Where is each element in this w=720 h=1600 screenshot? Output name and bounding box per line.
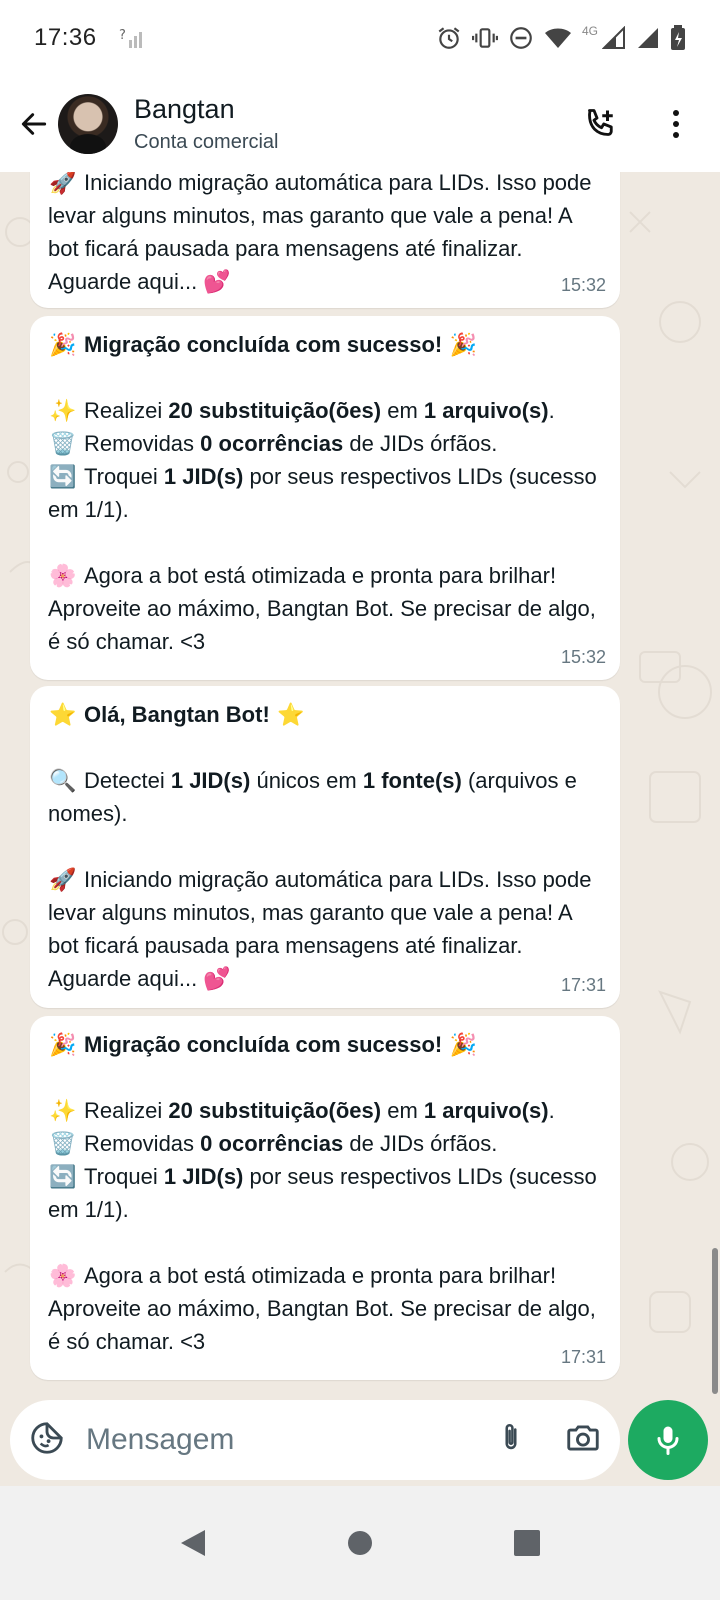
arrow-left-icon (21, 113, 47, 135)
message-bubble[interactable]: 🚀 Iniciando migração automática para LIDs… (30, 172, 620, 308)
message-time: 15:32 (560, 647, 606, 667)
chat-header: Bangtan Conta comercial (0, 76, 720, 172)
mic-icon (657, 1426, 679, 1455)
message-line: 🔍 Detectei 1 JID(s) únicos em 1 fonte(s) … (48, 764, 602, 830)
nav-back-icon (181, 1530, 206, 1556)
dnd-icon (508, 25, 534, 51)
refresh-emoji: 🔄 (49, 1164, 77, 1189)
camera-icon (567, 1424, 599, 1451)
voice-message-button[interactable] (628, 1400, 708, 1480)
status-icons: 4G (436, 24, 686, 51)
alarm-icon (436, 25, 462, 51)
status-time: 17:36 (34, 24, 97, 51)
chat-area[interactable]: 🚀 Iniciando migração automática para LIDs… (0, 172, 720, 1394)
blossom-emoji: 🌸 (49, 563, 77, 588)
message-bubble[interactable]: 🎉 Migração concluída com sucesso! 🎉 ✨ Real… (30, 316, 620, 680)
message-input-box (10, 1400, 620, 1480)
trash-emoji: 🗑️ (49, 431, 77, 456)
signal-icon-2 (636, 26, 660, 50)
composer (0, 1394, 720, 1486)
scrollbar[interactable] (712, 1248, 718, 1394)
add-call-button[interactable] (576, 100, 624, 148)
emoji-button[interactable] (28, 1419, 66, 1462)
signal-icon (602, 26, 626, 50)
message-line: 🔄 Troquei 1 JID(s) por seus respectivos L… (48, 1160, 602, 1226)
vibrate-icon (471, 25, 498, 51)
star-emoji: ⭐ (49, 702, 77, 727)
message-line: 🚀 Iniciando migração automática para LIDs… (48, 863, 602, 995)
add-call-icon (588, 109, 613, 136)
message-time: 15:32 (560, 275, 606, 295)
rocket-emoji: 🚀 (49, 172, 77, 195)
system-nav-bar (0, 1486, 720, 1600)
contact-subtitle: Conta comercial (134, 131, 279, 153)
party-popper-emoji: 🎉 (449, 1032, 478, 1057)
message-line: 🌸 Agora a bot está otimizada e pronta par… (48, 1259, 602, 1358)
party-popper-emoji: 🎉 (49, 332, 77, 357)
paperclip-icon (505, 1423, 517, 1449)
message-line: ✨ Realizei 20 substituição(ões) em 1 arqu… (48, 1094, 602, 1127)
star-emoji: ⭐ (277, 702, 305, 727)
attach-button[interactable] (494, 1419, 528, 1462)
more-options-button[interactable] (652, 100, 700, 148)
message-bubble[interactable]: ⭐ Olá, Bangtan Bot! ⭐ 🔍 Detectei 1 JID(s) … (30, 686, 620, 1008)
message-line: 🗑️ Removidas 0 ocorrências de JIDs órfãos… (48, 1127, 602, 1160)
network-type: 4G (581, 24, 598, 38)
nav-recents-button[interactable] (497, 1513, 557, 1573)
refresh-emoji: 🔄 (49, 464, 77, 489)
battery-icon (670, 25, 686, 51)
message-line: 🗑️ Removidas 0 ocorrências de JIDs órfãos… (48, 427, 602, 460)
no-signal-icon: ? (119, 26, 143, 50)
sparkles-emoji: ✨ (49, 398, 77, 423)
message-title: 🎉 Migração concluída com sucesso! 🎉 (48, 328, 602, 361)
contact-info[interactable]: Bangtan Conta comercial (134, 93, 279, 155)
trash-emoji: 🗑️ (49, 1131, 77, 1156)
message-line: 🔄 Troquei 1 JID(s) por seus respectivos L… (48, 460, 602, 526)
back-button[interactable] (6, 96, 62, 152)
wifi-icon (544, 26, 572, 50)
status-bar: 17:36 ? 4G (0, 0, 720, 76)
camera-button[interactable] (564, 1419, 602, 1462)
avatar[interactable] (58, 94, 118, 154)
message-input[interactable] (86, 1423, 446, 1457)
message-time: 17:31 (560, 1347, 606, 1367)
rocket-emoji: 🚀 (49, 867, 77, 892)
nav-home-icon (347, 1531, 372, 1555)
magnifier-emoji: 🔍 (49, 768, 77, 793)
message-title: 🎉 Migração concluída com sucesso! 🎉 (48, 1028, 602, 1061)
nav-home-button[interactable] (330, 1513, 390, 1573)
blossom-emoji: 🌸 (49, 1263, 77, 1288)
message-line: 🌸 Agora a bot está otimizada e pronta par… (48, 559, 602, 658)
nav-back-button[interactable] (163, 1513, 223, 1573)
nav-recents-icon (513, 1530, 540, 1556)
svg-text:?: ? (119, 28, 126, 43)
message-time: 17:31 (560, 975, 606, 995)
party-popper-emoji: 🎉 (49, 1032, 77, 1057)
more-vert-icon (673, 110, 679, 138)
message-text: 🚀 Iniciando migração automática para LIDs… (48, 172, 602, 298)
message-line: ✨ Realizei 20 substituição(ões) em 1 arqu… (48, 394, 602, 427)
sparkles-emoji: ✨ (49, 1098, 77, 1123)
message-bubble[interactable]: 🎉 Migração concluída com sucesso! 🎉 ✨ Real… (30, 1016, 620, 1380)
sticker-icon (31, 1421, 63, 1454)
party-popper-emoji: 🎉 (449, 332, 478, 357)
message-title: ⭐ Olá, Bangtan Bot! ⭐ (48, 698, 602, 731)
contact-name: Bangtan (134, 94, 235, 124)
